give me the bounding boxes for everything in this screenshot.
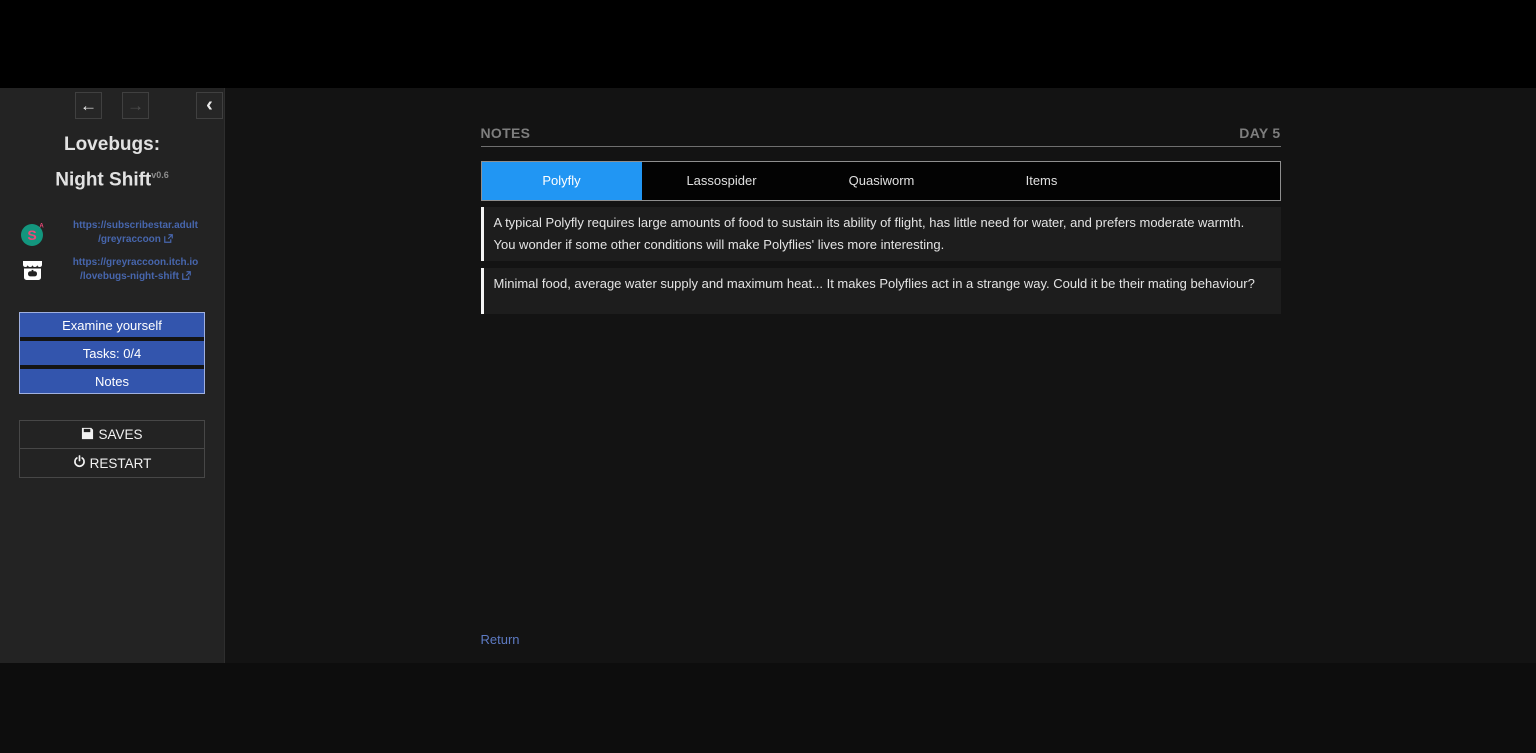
subscribestar-icon: S A: [17, 221, 47, 247]
note-entry: Minimal food, average water supply and m…: [481, 268, 1281, 314]
note-line: Minimal food, average water supply and m…: [494, 273, 1269, 295]
power-icon: [73, 455, 86, 471]
itchio-link-row: https://greyraccoon.itch.io /lovebugs-ni…: [0, 256, 224, 285]
history-forward-button[interactable]: →: [122, 92, 149, 119]
notes-list: A typical Polyfly requires large amounts…: [481, 207, 1281, 314]
passage-area: NOTES DAY 5 Polyfly Lassospider Quasiwor…: [225, 88, 1536, 663]
session-menu: SAVES RESTART: [19, 420, 205, 478]
tab-items[interactable]: Items: [962, 162, 1122, 200]
history-back-button[interactable]: ←: [75, 92, 102, 119]
examine-yourself-button[interactable]: Examine yourself: [20, 313, 204, 337]
top-letterbox-strip: [0, 0, 1536, 88]
sidebar-collapse-button[interactable]: ‹: [196, 92, 223, 119]
game-title-line2: Night Shiftv0.6: [0, 160, 224, 195]
external-link-icon: [164, 234, 173, 248]
version-badge: v0.6: [151, 170, 169, 180]
arrow-right-icon: →: [127, 96, 144, 116]
page-header: NOTES DAY 5: [481, 125, 1281, 147]
notes-tab-bar: Polyfly Lassospider Quasiworm Items: [481, 161, 1281, 201]
game-title: Lovebugs: Night Shiftv0.6: [0, 129, 224, 195]
sidebar: ← → ‹ Lovebugs: Night Shiftv0.6 S A: [0, 88, 225, 663]
sidebar-menu: Examine yourself Tasks: 0/4 Notes: [19, 312, 205, 394]
page-title: NOTES: [481, 125, 531, 141]
passage-content: NOTES DAY 5 Polyfly Lassospider Quasiwor…: [481, 88, 1281, 649]
saves-button[interactable]: SAVES: [20, 421, 204, 449]
external-link-icon: [182, 271, 191, 285]
chevron-left-icon: ‹: [206, 94, 213, 117]
tab-quasiworm[interactable]: Quasiworm: [802, 162, 962, 200]
spacer: [481, 321, 1281, 631]
notes-button[interactable]: Notes: [20, 369, 204, 393]
floppy-disk-icon: [81, 427, 94, 443]
game-title-line1: Lovebugs:: [0, 129, 224, 160]
tab-polyfly[interactable]: Polyfly: [482, 162, 642, 200]
note-line: You wonder if some other conditions will…: [494, 234, 1269, 256]
tasks-button[interactable]: Tasks: 0/4: [20, 341, 204, 365]
itchio-icon: [17, 258, 47, 284]
game-area: ← → ‹ Lovebugs: Night Shiftv0.6 S A: [0, 88, 1536, 663]
svg-text:A: A: [39, 223, 44, 229]
external-links: S A https://subscribestar.adult /greyrac…: [0, 219, 224, 285]
day-counter: DAY 5: [1239, 125, 1280, 141]
bottom-letterbox-strip: [0, 663, 1536, 753]
note-entry: A typical Polyfly requires large amounts…: [481, 207, 1281, 261]
note-line: A typical Polyfly requires large amounts…: [494, 212, 1269, 234]
restart-button[interactable]: RESTART: [20, 449, 204, 477]
subscribestar-link-row: S A https://subscribestar.adult /greyrac…: [0, 219, 224, 248]
return-link[interactable]: Return: [481, 632, 520, 647]
arrow-left-icon: ←: [80, 96, 97, 116]
subscribestar-link[interactable]: https://subscribestar.adult /greyraccoon: [47, 219, 224, 248]
itchio-link[interactable]: https://greyraccoon.itch.io /lovebugs-ni…: [47, 256, 224, 285]
svg-text:S: S: [27, 227, 36, 243]
tab-lassospider[interactable]: Lassospider: [642, 162, 802, 200]
history-nav: ← → ‹: [0, 92, 224, 119]
